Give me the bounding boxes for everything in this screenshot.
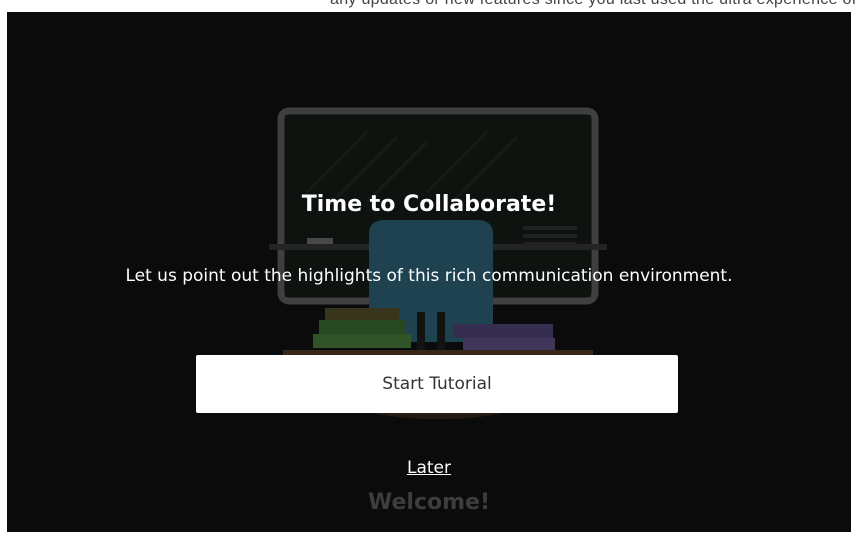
start-tutorial-button[interactable]: Start Tutorial	[196, 355, 678, 413]
tutorial-overlay: Time to Collaborate! Let us point out th…	[7, 12, 851, 532]
tutorial-content: Time to Collaborate! Let us point out th…	[7, 12, 851, 532]
later-link[interactable]: Later	[407, 458, 451, 478]
later-link-container: Later	[7, 458, 851, 478]
tutorial-title: Time to Collaborate!	[301, 192, 557, 217]
header-partial-text: any updates or new features since you la…	[330, 0, 858, 9]
tutorial-subtitle: Let us point out the highlights of this …	[125, 266, 733, 286]
welcome-heading: Welcome!	[368, 490, 490, 515]
